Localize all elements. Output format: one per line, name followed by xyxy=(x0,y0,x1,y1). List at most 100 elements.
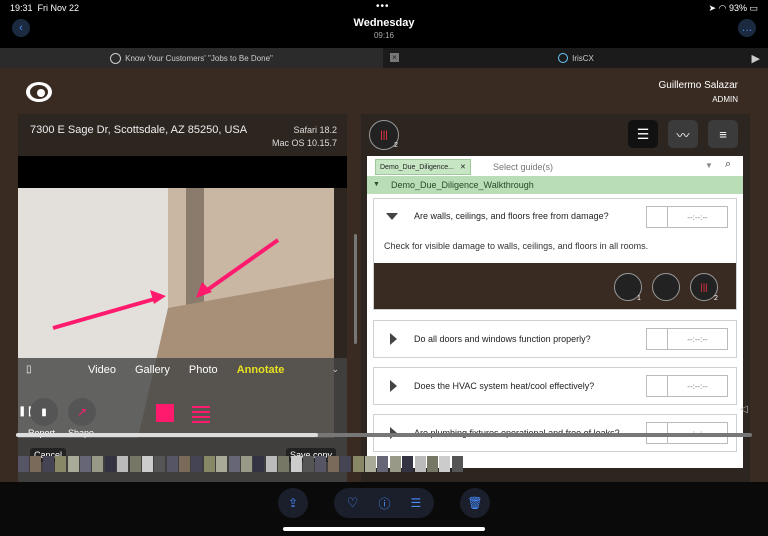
thumbnail[interactable] xyxy=(67,456,79,472)
thumbnail[interactable] xyxy=(278,456,290,472)
thumbnail[interactable] xyxy=(241,456,253,472)
collapse-icon[interactable] xyxy=(386,213,398,220)
report-button[interactable]: ▮ xyxy=(30,398,58,426)
guide-name: Demo_Due_Diligence_Walkthrough xyxy=(391,180,534,190)
thumbnail[interactable] xyxy=(228,456,240,472)
chevron-down-icon[interactable]: ⌄ xyxy=(331,364,339,375)
thumbnail[interactable] xyxy=(216,456,228,472)
menu-lines-icon: ≡ xyxy=(719,126,727,142)
thumbnail[interactable] xyxy=(340,456,352,472)
user-info[interactable]: Guillermo Salazar ADMIN xyxy=(659,80,738,104)
timestamp-field[interactable]: --:--:-- xyxy=(646,206,728,228)
thumbnail[interactable] xyxy=(302,456,314,472)
tab-gallery[interactable]: Gallery xyxy=(135,364,170,376)
location-icon: ➤ xyxy=(708,3,717,13)
thumbnail[interactable] xyxy=(364,456,376,472)
share-icon: ⇪ xyxy=(287,496,299,510)
guide-content: Demo_Due_Diligence... ✕ ▼ ⌕ ▼ Demo_Due_D… xyxy=(367,156,743,468)
checklist-view-button[interactable]: ☰ xyxy=(628,120,658,148)
sidebar-toggle-icon[interactable]: ▯ xyxy=(26,364,32,375)
bookmark-button[interactable]: ▮ xyxy=(652,273,680,301)
browser-name: Safari 18.2 xyxy=(293,125,337,135)
heart-icon[interactable]: ♡ xyxy=(347,495,359,511)
thumbnail[interactable] xyxy=(451,456,463,472)
home-indicator xyxy=(283,527,485,531)
mute-icon[interactable]: ◁ xyxy=(740,404,748,415)
thumbnail[interactable] xyxy=(166,456,178,472)
thumbnail[interactable] xyxy=(290,456,302,472)
expand-icon[interactable] xyxy=(390,380,397,392)
tab-photo[interactable]: Photo xyxy=(189,364,218,376)
thumbnail[interactable] xyxy=(315,456,327,472)
wifi-icon: ◠ xyxy=(718,3,727,13)
thumbnail[interactable] xyxy=(179,456,191,472)
thumbnail[interactable] xyxy=(141,456,153,472)
thumbnail[interactable] xyxy=(439,456,451,472)
thumbnail[interactable] xyxy=(414,456,426,472)
thumbnail[interactable] xyxy=(117,456,129,472)
timestamp-field[interactable]: --:--:-- xyxy=(646,328,728,350)
thumbnail[interactable] xyxy=(352,456,364,472)
tab-jobs-to-be-done[interactable]: Know Your Customers' "Jobs to Be Done" xyxy=(0,48,383,68)
info-icon[interactable]: ⓘ xyxy=(378,495,390,512)
expand-icon[interactable] xyxy=(390,333,397,345)
thumbnail[interactable] xyxy=(265,456,277,472)
thumbnail[interactable] xyxy=(18,456,29,472)
guide-selector[interactable]: Demo_Due_Diligence... ✕ ▼ ⌕ xyxy=(367,156,743,177)
thumbnail[interactable] xyxy=(129,456,141,472)
tab-video[interactable]: Video xyxy=(88,364,116,376)
notes-view-button[interactable]: ≡ xyxy=(708,120,738,148)
thumbnail[interactable] xyxy=(402,456,414,472)
tab-annotate[interactable]: Annotate xyxy=(237,364,285,376)
tab-iriscx[interactable]: IrisCX xyxy=(384,48,768,68)
thumbnail[interactable] xyxy=(55,456,67,472)
question-item[interactable]: Are walls, ceilings, and floors free fro… xyxy=(373,198,737,310)
video-letterbox xyxy=(18,156,347,188)
ai-waveform-icon: ||| xyxy=(380,129,388,141)
thumbnail[interactable] xyxy=(42,456,54,472)
delete-button[interactable]: 🗑 xyxy=(460,488,490,518)
question-item[interactable]: Do all doors and windows function proper… xyxy=(373,320,737,358)
analytics-view-button[interactable]: 〰 xyxy=(668,120,698,148)
chip-close-icon[interactable]: ✕ xyxy=(460,163,466,171)
image-icon: ▣ xyxy=(623,281,633,293)
thumbnail-strip[interactable] xyxy=(18,456,468,474)
shape-button[interactable]: ↗ xyxy=(68,398,96,426)
more-button[interactable]: … xyxy=(738,19,756,37)
iris-icon xyxy=(558,53,569,63)
thumbnail[interactable] xyxy=(191,456,203,472)
question-item[interactable]: Does the HVAC system heat/cool effective… xyxy=(373,367,737,405)
ai-badge-count: 2 xyxy=(394,142,398,149)
thumbnail[interactable] xyxy=(426,456,438,472)
video-camera-icon[interactable]: ▶ xyxy=(752,52,760,65)
timestamp-field[interactable]: --:--:-- xyxy=(646,375,728,397)
color-swatch[interactable] xyxy=(156,404,174,422)
battery-percent: 93% xyxy=(728,3,747,13)
thumbnail[interactable] xyxy=(377,456,389,472)
thumbnail[interactable] xyxy=(203,456,215,472)
thumbnail[interactable] xyxy=(389,456,401,472)
video-scrubber[interactable] xyxy=(16,433,752,437)
adjust-icon[interactable]: ☰ xyxy=(410,496,421,510)
more-dots-icon[interactable]: ••• xyxy=(376,1,390,12)
iris-logo-icon xyxy=(26,82,52,102)
thumbnail[interactable] xyxy=(79,456,91,472)
scrubber-progress xyxy=(16,433,318,437)
arrow-icon: ↗ xyxy=(76,405,88,419)
guide-header[interactable]: ▼ Demo_Due_Diligence_Walkthrough xyxy=(367,176,743,194)
thumbnail[interactable] xyxy=(30,456,42,472)
guide-search-input[interactable] xyxy=(491,159,695,174)
selected-guide-chip[interactable]: Demo_Due_Diligence... ✕ xyxy=(375,159,471,175)
ellipsis-icon: … xyxy=(741,22,753,34)
thumbnail[interactable] xyxy=(253,456,265,472)
thumbnail[interactable] xyxy=(92,456,104,472)
chevron-down-icon[interactable]: ▼ xyxy=(705,161,713,170)
stroke-width-icon[interactable] xyxy=(192,404,210,423)
panel-scrollbar[interactable] xyxy=(354,234,357,344)
thumbnail[interactable] xyxy=(154,456,166,472)
thumbnail[interactable] xyxy=(327,456,339,472)
search-icon[interactable]: ⌕ xyxy=(725,158,731,171)
thumbnail[interactable] xyxy=(104,456,116,472)
timestamp-value: --:--:-- xyxy=(687,334,708,344)
share-button[interactable]: ⇪ xyxy=(278,488,308,518)
